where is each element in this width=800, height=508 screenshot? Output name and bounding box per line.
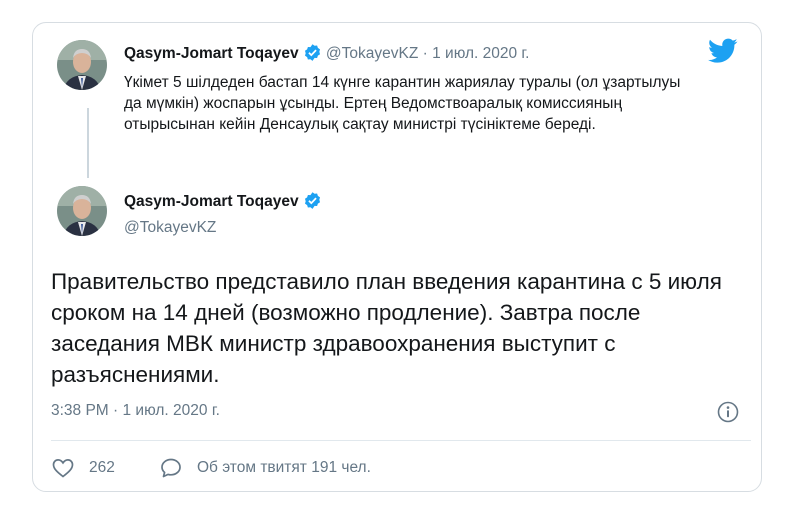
discussion-link[interactable]: Об этом твитят 191 чел. (159, 456, 371, 480)
like-button[interactable]: 262 (51, 456, 115, 480)
twitter-bird-icon[interactable] (708, 38, 738, 64)
main-tweet-author: Qasym-Jomart Toqayev (124, 191, 322, 211)
author-name[interactable]: Qasym-Jomart Toqayev (124, 193, 299, 210)
author-handle[interactable]: @TokayevKZ (124, 219, 216, 237)
speech-bubble-icon (161, 458, 181, 478)
quoted-tweet-date[interactable]: 1 июл. 2020 г. (432, 45, 529, 62)
separator-dot: · (422, 45, 428, 62)
verified-badge-icon (304, 44, 320, 61)
avatar[interactable] (57, 186, 107, 236)
heart-icon (52, 459, 74, 478)
quoted-tweet-text: Үкімет 5 шілдеден бастап 14 күнге карант… (124, 74, 681, 133)
tweet-timestamp[interactable]: 3:38 PM · 1 июл. 2020 г. (51, 402, 220, 420)
author-handle[interactable]: @TokayevKZ (326, 45, 418, 62)
main-tweet-text: Правительство представило план введения … (51, 269, 722, 387)
thread-connector-line (87, 108, 89, 178)
author-name[interactable]: Qasym-Jomart Toqayev (124, 45, 299, 62)
discussion-label: Об этом твитят 191 чел. (197, 459, 371, 476)
divider (51, 440, 751, 441)
info-icon[interactable] (716, 400, 740, 424)
verified-badge-icon (304, 192, 320, 209)
avatar[interactable] (57, 40, 107, 90)
like-count: 262 (89, 459, 115, 476)
quoted-tweet-header: Qasym-Jomart Toqayev @TokayevKZ · 1 июл.… (124, 43, 530, 63)
